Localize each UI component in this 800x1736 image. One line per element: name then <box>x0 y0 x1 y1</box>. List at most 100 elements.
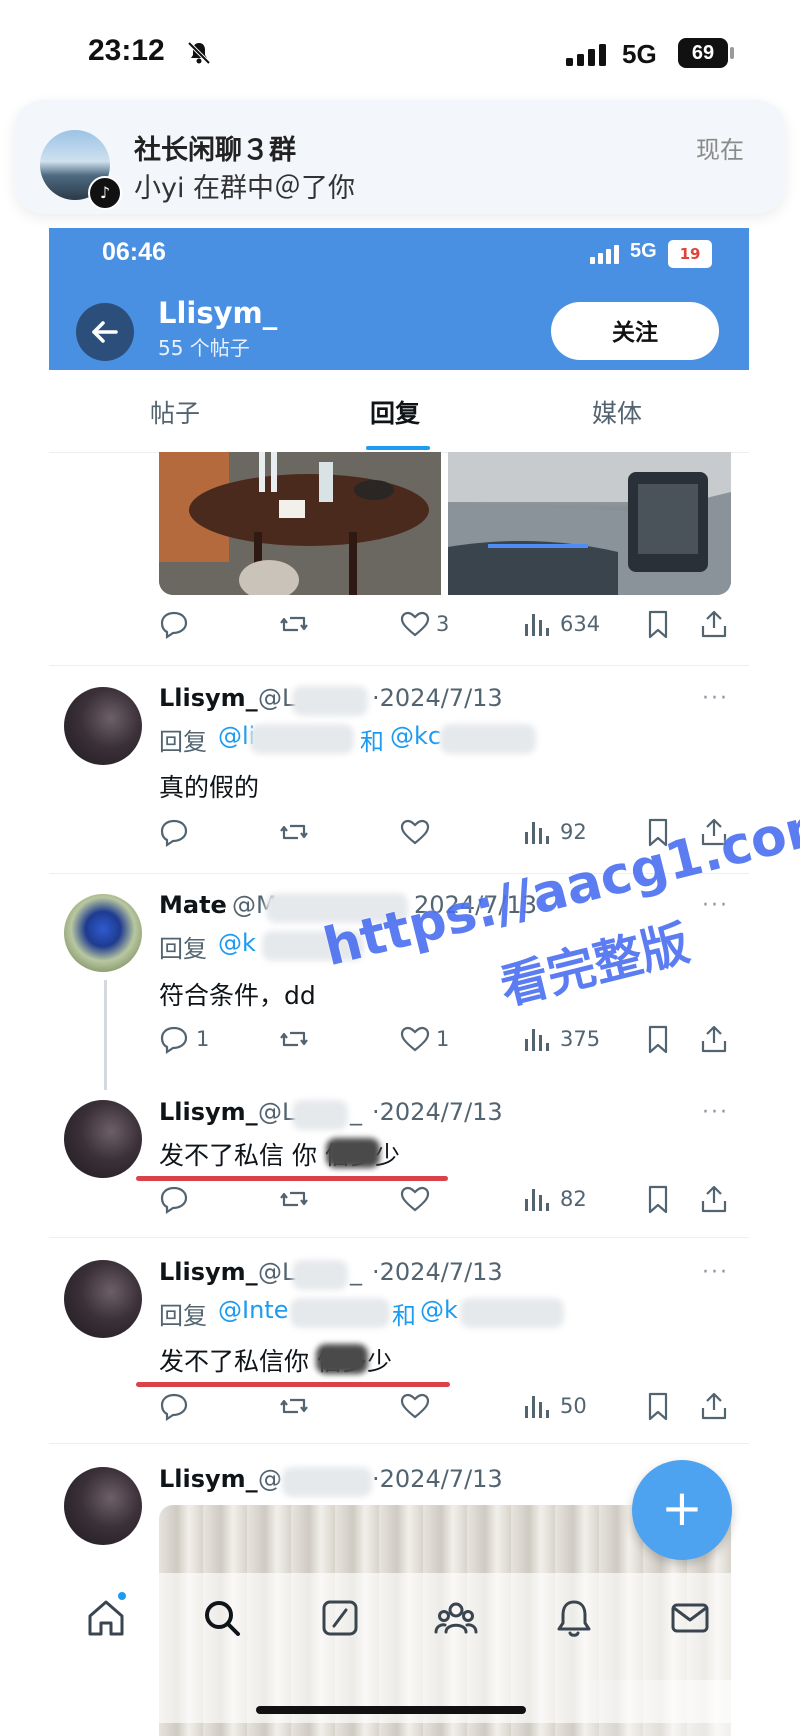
tweet-date: ·2024/7/13 <box>372 684 503 712</box>
views-icon[interactable] <box>520 816 552 848</box>
share-icon[interactable] <box>698 1183 730 1215</box>
reply-icon[interactable] <box>158 1390 190 1422</box>
bookmark-icon[interactable] <box>642 1390 674 1422</box>
tweet-handle: @L <box>258 684 296 712</box>
avatar[interactable] <box>64 1260 142 1338</box>
tweet-author[interactable]: Llisym_ <box>159 1465 258 1493</box>
tab-selected-indicator <box>366 446 430 450</box>
post-divider <box>49 1237 749 1238</box>
bookmark-icon[interactable] <box>642 608 674 640</box>
tab-posts[interactable]: 帖子 <box>150 394 200 430</box>
table-photo-art <box>159 452 441 595</box>
tweet-handle: @ <box>258 1465 282 1493</box>
notification-time: 现在 <box>696 136 744 164</box>
heart-icon[interactable] <box>399 1023 431 1055</box>
more-icon[interactable]: ··· <box>702 1260 729 1285</box>
tab-media[interactable]: 媒体 <box>592 394 642 430</box>
tweet-text: 符合条件，dd <box>159 981 316 1010</box>
share-icon[interactable] <box>698 608 730 640</box>
tweet-handle-tail: _ <box>350 1258 362 1286</box>
communities-icon[interactable] <box>434 1596 478 1640</box>
like-count: 3 <box>436 612 450 636</box>
search-icon[interactable] <box>200 1596 244 1640</box>
share-icon[interactable] <box>698 1390 730 1422</box>
tweet-date: ·2024/7/13 <box>372 1258 503 1286</box>
heart-icon[interactable] <box>399 816 431 848</box>
outer-clock: 23:12 <box>88 34 165 67</box>
tweet-author[interactable]: Llisym_ <box>159 1098 258 1126</box>
heart-icon[interactable] <box>399 1183 431 1215</box>
compose-icon[interactable] <box>318 1596 362 1640</box>
view-count: 82 <box>560 1187 587 1211</box>
profile-name: Llisym_ <box>158 296 278 330</box>
reply-icon[interactable] <box>158 1183 190 1215</box>
tab-replies[interactable]: 回复 <box>370 394 420 430</box>
battery-tip <box>730 47 734 59</box>
share-icon[interactable] <box>698 1023 730 1055</box>
back-arrow-icon <box>92 321 118 343</box>
post-photo-table[interactable] <box>159 452 441 595</box>
bookmark-icon[interactable] <box>642 1183 674 1215</box>
retweet-icon[interactable] <box>278 816 310 848</box>
reply-icon[interactable] <box>158 608 190 640</box>
reply-prefix: 回复 <box>159 728 207 756</box>
tweet-author[interactable]: Mate <box>159 891 227 919</box>
views-icon[interactable] <box>520 608 552 640</box>
redacted-mention <box>460 1298 564 1328</box>
heart-icon[interactable] <box>399 608 431 640</box>
tweet-author[interactable]: Llisym_ <box>159 1258 258 1286</box>
follow-button[interactable]: 关注 <box>551 302 719 360</box>
reply-icon[interactable] <box>158 1023 190 1055</box>
reply-icon[interactable] <box>158 816 190 848</box>
more-icon[interactable]: ··· <box>702 893 729 918</box>
reply-count: 1 <box>196 1027 210 1051</box>
mention-link[interactable]: @kc <box>390 722 441 750</box>
post-photo-car[interactable] <box>448 452 731 595</box>
views-icon[interactable] <box>520 1023 552 1055</box>
profile-post-count: 55 个帖子 <box>158 336 250 360</box>
bell-off-icon <box>187 41 211 65</box>
redacted-mention <box>440 724 536 754</box>
views-icon[interactable] <box>520 1183 552 1215</box>
avatar[interactable] <box>64 1100 142 1178</box>
retweet-icon[interactable] <box>278 608 310 640</box>
mention-link[interactable]: @k <box>218 929 256 957</box>
notification-body: 小yi 在群中＠了你 <box>134 173 356 204</box>
retweet-icon[interactable] <box>278 1390 310 1422</box>
tweet-author[interactable]: Llisym_ <box>159 684 258 712</box>
heart-icon[interactable] <box>399 1390 431 1422</box>
redacted-handle <box>292 1260 348 1290</box>
view-count: 92 <box>560 820 587 844</box>
tweet-text: 真的假的 <box>159 773 260 802</box>
views-icon[interactable] <box>520 1390 552 1422</box>
compose-fab[interactable]: + <box>632 1460 732 1560</box>
tiktok-icon: ♪ <box>88 176 122 210</box>
like-count: 1 <box>436 1027 450 1051</box>
more-icon[interactable]: ··· <box>702 686 729 711</box>
mention-link[interactable]: @Inte <box>218 1296 288 1324</box>
retweet-icon[interactable] <box>278 1023 310 1055</box>
redacted-word <box>326 1138 380 1168</box>
retweet-icon[interactable] <box>278 1183 310 1215</box>
mention-link[interactable]: @k <box>420 1296 458 1324</box>
notification-title: 社长闲聊３群 <box>134 135 296 166</box>
redacted-mention <box>290 1298 390 1328</box>
network-type: 5G <box>622 39 657 69</box>
home-indicator <box>256 1706 526 1714</box>
edge-fade <box>560 1680 800 1736</box>
view-count: 50 <box>560 1394 587 1418</box>
avatar[interactable] <box>64 687 142 765</box>
more-icon[interactable]: ··· <box>702 1100 729 1125</box>
back-button[interactable] <box>76 303 134 361</box>
bookmark-icon[interactable] <box>642 1023 674 1055</box>
notifications-icon[interactable] <box>552 1596 596 1640</box>
redacted-handle <box>282 1467 372 1497</box>
avatar[interactable] <box>64 894 142 972</box>
tweet-handle: @L <box>258 1258 296 1286</box>
notification-banner[interactable] <box>14 100 786 214</box>
view-count: 634 <box>560 612 601 636</box>
home-icon[interactable] <box>84 1596 128 1640</box>
redacted-handle <box>292 686 368 716</box>
messages-icon[interactable] <box>668 1596 712 1640</box>
avatar[interactable] <box>64 1467 142 1545</box>
